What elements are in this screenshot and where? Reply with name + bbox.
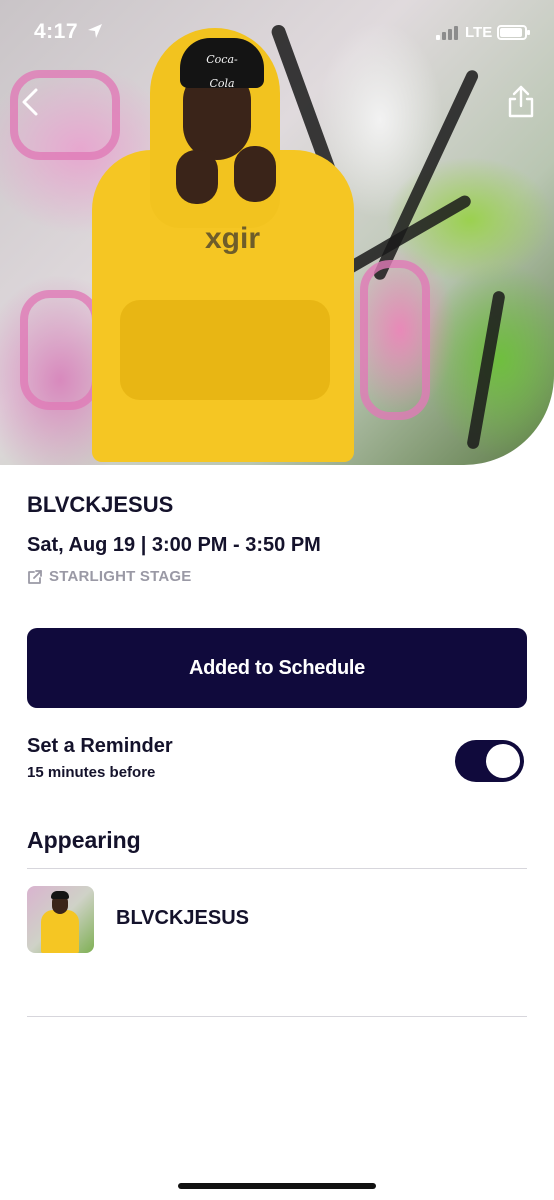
stage-link[interactable]: STARLIGHT STAGE [27, 568, 191, 585]
hoodie-print: xgir [205, 222, 261, 255]
share-button[interactable] [506, 84, 536, 120]
signal-icon [436, 26, 458, 40]
divider [27, 1016, 527, 1017]
external-link-icon [28, 569, 42, 584]
performer-avatar[interactable] [27, 886, 94, 953]
location-arrow-icon [88, 24, 102, 38]
event-datetime: Sat, Aug 19 | 3:00 PM - 3:50 PM [27, 534, 321, 556]
home-indicator[interactable] [178, 1183, 376, 1189]
share-icon [508, 85, 534, 118]
divider [27, 868, 527, 869]
reminder-title: Set a Reminder [27, 735, 173, 757]
chevron-left-icon [22, 88, 38, 116]
appearing-heading: Appearing [27, 827, 141, 853]
network-label: LTE [465, 24, 493, 41]
artist-name: BLVCKJESUS [27, 492, 174, 517]
performer-name[interactable]: BLVCKJESUS [116, 907, 249, 930]
stage-name: STARLIGHT STAGE [49, 568, 192, 585]
back-button[interactable] [18, 86, 44, 118]
reminder-subtitle: 15 minutes before [27, 764, 156, 781]
artist-hero-image: Coca-Cola xgir [0, 0, 554, 465]
added-to-schedule-button[interactable]: Added to Schedule [27, 628, 527, 708]
reminder-toggle[interactable] [455, 740, 524, 782]
battery-icon [497, 25, 530, 40]
cap-logo: Coca-Cola [206, 53, 238, 90]
toggle-knob [486, 744, 520, 778]
status-time: 4:17 [34, 20, 79, 43]
